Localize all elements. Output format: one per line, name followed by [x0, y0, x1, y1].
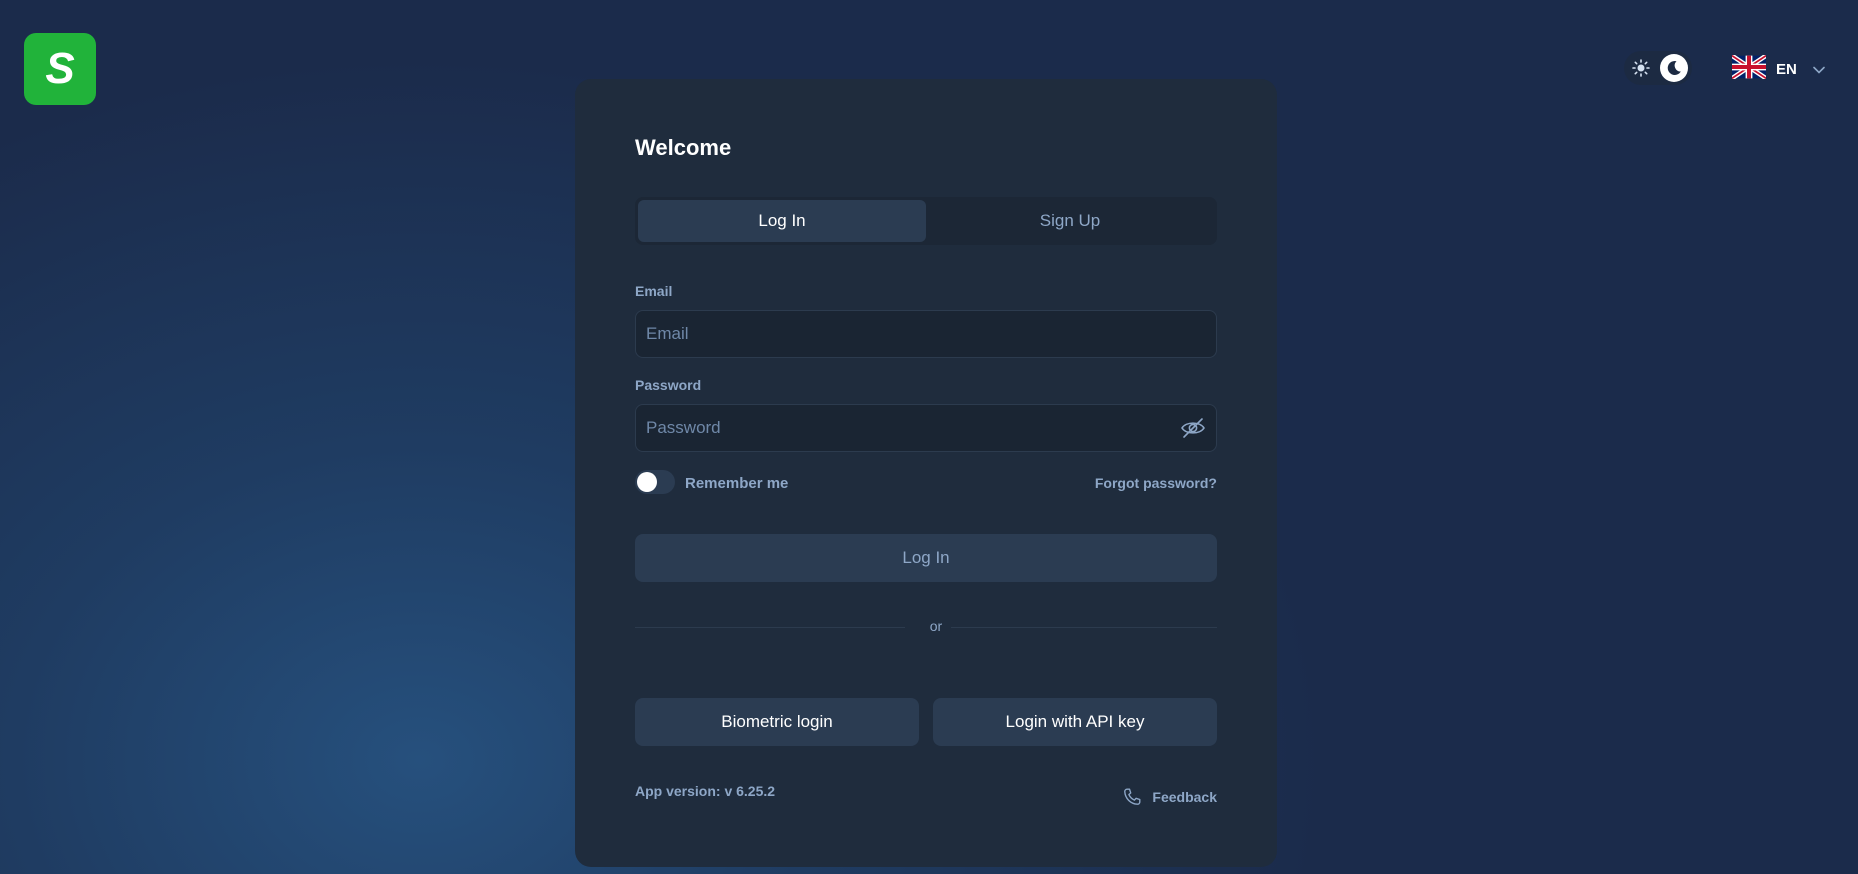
tab-log-in[interactable]: Log In [638, 200, 926, 242]
moon-icon[interactable] [1660, 54, 1688, 82]
or-text: or [929, 618, 943, 634]
feedback-link[interactable]: Feedback [1121, 786, 1217, 808]
login-card: Welcome Log In Sign Up Email Email Passw… [575, 79, 1277, 867]
app-version: App version: v 6.25.2 [635, 783, 776, 799]
auth-tabs: Log In Sign Up [635, 197, 1217, 245]
remember-me-label: Remember me [685, 475, 789, 492]
biometric-login-button[interactable]: Biometric login [635, 698, 919, 746]
divider-left [635, 627, 905, 628]
remember-me-toggle[interactable] [635, 470, 675, 494]
email-placeholder: Email [646, 324, 689, 343]
password-placeholder: Password [646, 418, 721, 437]
uk-flag-icon [1730, 53, 1768, 83]
theme-toggle[interactable] [1624, 51, 1692, 85]
language-code: EN [1776, 60, 1797, 78]
eye-off-icon[interactable] [1180, 417, 1206, 439]
login-button[interactable]: Log In [635, 534, 1217, 582]
email-label: Email [635, 283, 673, 299]
app-logo[interactable]: S [24, 33, 96, 105]
toggle-knob [637, 472, 657, 492]
password-label: Password [635, 377, 702, 393]
language-selector[interactable]: EN [1730, 52, 1825, 86]
divider-right [951, 627, 1217, 628]
api-key-login-button[interactable]: Login with API key [933, 698, 1217, 746]
email-field[interactable]: Email [635, 310, 1217, 358]
sun-icon[interactable] [1628, 55, 1654, 81]
password-field[interactable]: Password [635, 404, 1217, 452]
feedback-label: Feedback [1152, 789, 1217, 805]
chevron-down-icon [1813, 61, 1825, 78]
phone-icon [1121, 786, 1143, 808]
card-title: Welcome [635, 135, 732, 160]
logo-letter: S [45, 44, 75, 93]
forgot-password-link[interactable]: Forgot password? [1095, 475, 1217, 491]
tab-sign-up[interactable]: Sign Up [926, 200, 1214, 242]
